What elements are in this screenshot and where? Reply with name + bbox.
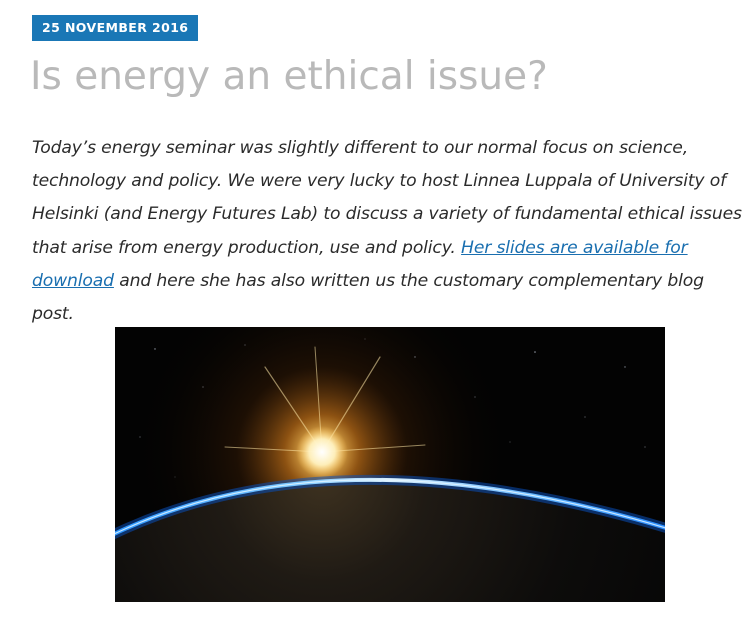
post-intro-paragraph: Today’s energy seminar was slightly diff… bbox=[32, 132, 744, 331]
intro-text-continued: and here she has also written us the cus… bbox=[32, 270, 704, 325]
post-title: Is energy an ethical issue? bbox=[30, 54, 548, 99]
post-date-badge: 25 NOVEMBER 2016 bbox=[32, 15, 199, 41]
earth-sunrise-image bbox=[115, 327, 665, 602]
